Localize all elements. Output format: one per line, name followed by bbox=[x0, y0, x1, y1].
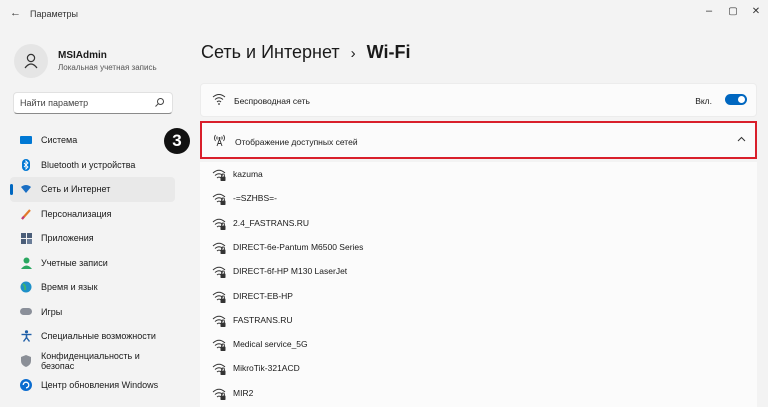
app-title: Параметры bbox=[30, 9, 78, 19]
network-name: 2.4_FASTRANS.RU bbox=[233, 217, 310, 228]
network-name: Medical service_5G bbox=[233, 339, 308, 350]
network-name: DIRECT-6e-Pantum M6500 Series bbox=[233, 241, 364, 252]
globe-icon bbox=[20, 281, 32, 293]
secured-wifi-icon bbox=[212, 290, 226, 303]
network-name: MikroTik-321ACD bbox=[233, 363, 300, 374]
network-name: DIRECT-EB-HP bbox=[233, 290, 293, 301]
back-button[interactable]: ← bbox=[10, 7, 21, 19]
network-name: -=SZHBS=- bbox=[233, 193, 277, 204]
sidebar-item-personalization[interactable]: Персонализация bbox=[10, 202, 175, 227]
network-item[interactable]: DIRECT-6e-Pantum M6500 Series bbox=[200, 235, 757, 259]
wifi-icon bbox=[20, 183, 32, 195]
network-item[interactable]: -=SZHBS=- bbox=[200, 186, 757, 210]
secured-wifi-icon bbox=[212, 338, 226, 352]
sidebar-item-system[interactable]: Система bbox=[10, 128, 175, 153]
secured-wifi-icon bbox=[212, 387, 226, 400]
brush-icon bbox=[20, 208, 32, 220]
step-badge: 3 bbox=[164, 128, 190, 154]
bluetooth-icon bbox=[20, 158, 32, 171]
breadcrumb-page: Wi-Fi bbox=[366, 42, 411, 62]
secured-wifi-icon bbox=[212, 217, 226, 230]
avatar bbox=[14, 44, 48, 78]
wifi-icon bbox=[212, 93, 226, 105]
secured-wifi-icon bbox=[212, 265, 226, 279]
network-item[interactable]: 2.4_FASTRANS.RU bbox=[200, 211, 757, 235]
sidebar-item-label: Персонализация bbox=[41, 208, 112, 219]
network-item[interactable]: Medical service_5G bbox=[200, 332, 757, 356]
breadcrumb-separator: › bbox=[350, 45, 356, 62]
apps-icon bbox=[20, 232, 32, 244]
network-list: kazuma -=SZHBS=- 2.4_FASTRANS.RU DIRECT-6e-… bbox=[200, 162, 757, 407]
sidebar-item-label: Игры bbox=[41, 306, 63, 317]
show-available-networks-label: Отображение доступных сетей bbox=[235, 137, 358, 147]
network-item[interactable]: kazuma bbox=[200, 162, 757, 186]
network-item[interactable]: FASTRANS.RU bbox=[200, 308, 757, 332]
account-type: Локальная учетная запись bbox=[58, 63, 157, 72]
sidebar-item-label: Центр обновления Windows bbox=[41, 380, 159, 391]
person-icon bbox=[24, 53, 38, 69]
close-button[interactable]: ✕ bbox=[744, 6, 768, 17]
wireless-state-label: Вкл. bbox=[695, 96, 712, 106]
network-item[interactable]: MikroTik-321ACD bbox=[200, 356, 757, 380]
maximize-button[interactable]: ▢ bbox=[721, 6, 745, 17]
search-placeholder: Найти параметр bbox=[20, 98, 89, 108]
user-name: MSIAdmin bbox=[58, 50, 107, 61]
wireless-network-row[interactable]: Беспроводная сеть Вкл. bbox=[200, 83, 757, 117]
sidebar-item-gaming[interactable]: Игры bbox=[10, 300, 175, 325]
sidebar-item-windows-update[interactable]: Центр обновления Windows bbox=[10, 373, 175, 398]
sidebar-item-apps[interactable]: Приложения bbox=[10, 226, 175, 251]
active-indicator bbox=[10, 184, 13, 195]
network-name: MIR2 bbox=[233, 387, 254, 398]
search-icon bbox=[154, 97, 165, 108]
sidebar-item-label: Bluetooth и устройства bbox=[41, 159, 136, 170]
antenna-icon bbox=[213, 133, 226, 147]
wireless-network-label: Беспроводная сеть bbox=[234, 96, 310, 106]
secured-wifi-icon bbox=[212, 314, 226, 327]
secured-wifi-icon bbox=[212, 168, 226, 181]
network-item[interactable]: DIRECT-EB-HP bbox=[200, 284, 757, 308]
sidebar-item-accounts[interactable]: Учетные записи bbox=[10, 251, 175, 276]
network-name: FASTRANS.RU bbox=[233, 314, 293, 325]
accessibility-icon bbox=[20, 330, 32, 343]
search-input[interactable]: Найти параметр bbox=[13, 92, 173, 114]
gamepad-icon bbox=[20, 306, 32, 318]
monitor-icon bbox=[20, 134, 32, 146]
page-title: Сеть и Интернет › Wi-Fi bbox=[201, 42, 411, 63]
sidebar-item-label: Приложения bbox=[41, 233, 94, 244]
title-bar: ← Параметры – ▢ ✕ bbox=[0, 0, 768, 28]
show-available-networks-row[interactable]: Отображение доступных сетей bbox=[200, 121, 757, 159]
network-name: DIRECT-6f-HP M130 LaserJet bbox=[233, 266, 348, 277]
secured-wifi-icon bbox=[212, 192, 226, 206]
shield-icon bbox=[20, 354, 32, 367]
sidebar-item-label: Время и язык bbox=[41, 282, 98, 293]
sidebar-item-time-language[interactable]: Время и язык bbox=[10, 275, 175, 300]
sidebar-item-bluetooth[interactable]: Bluetooth и устройства bbox=[10, 153, 175, 178]
sidebar-item-label: Специальные возможности bbox=[41, 331, 156, 342]
secured-wifi-icon bbox=[212, 362, 226, 376]
sidebar-item-network[interactable]: Сеть и Интернет bbox=[10, 177, 175, 202]
network-item[interactable]: MIR2 bbox=[200, 381, 757, 405]
user-profile[interactable]: MSIAdmin Локальная учетная запись bbox=[14, 44, 157, 78]
sidebar-nav: Система Bluetooth и устройства Сеть и Ин… bbox=[10, 128, 175, 398]
secured-wifi-icon bbox=[212, 241, 226, 254]
minimize-button[interactable]: – bbox=[697, 5, 721, 17]
sidebar-item-label: Система bbox=[41, 135, 78, 146]
breadcrumb-section[interactable]: Сеть и Интернет bbox=[201, 42, 340, 62]
sidebar-item-label: Конфиденциальность и безопас bbox=[40, 350, 140, 371]
network-item[interactable]: DIRECT-6f-HP M130 LaserJet bbox=[200, 259, 757, 283]
sidebar-item-privacy[interactable]: Конфиденциальность и безопас bbox=[10, 349, 175, 374]
person-icon bbox=[20, 257, 32, 269]
sidebar-item-label: Сеть и Интернет bbox=[41, 184, 111, 195]
network-name: kazuma bbox=[233, 169, 263, 179]
sidebar-item-accessibility[interactable]: Специальные возможности bbox=[10, 324, 175, 349]
chevron-up-icon[interactable] bbox=[737, 136, 746, 142]
sidebar-item-label: Учетные записи bbox=[41, 257, 108, 268]
update-icon bbox=[20, 379, 32, 392]
wireless-toggle[interactable] bbox=[725, 94, 747, 105]
